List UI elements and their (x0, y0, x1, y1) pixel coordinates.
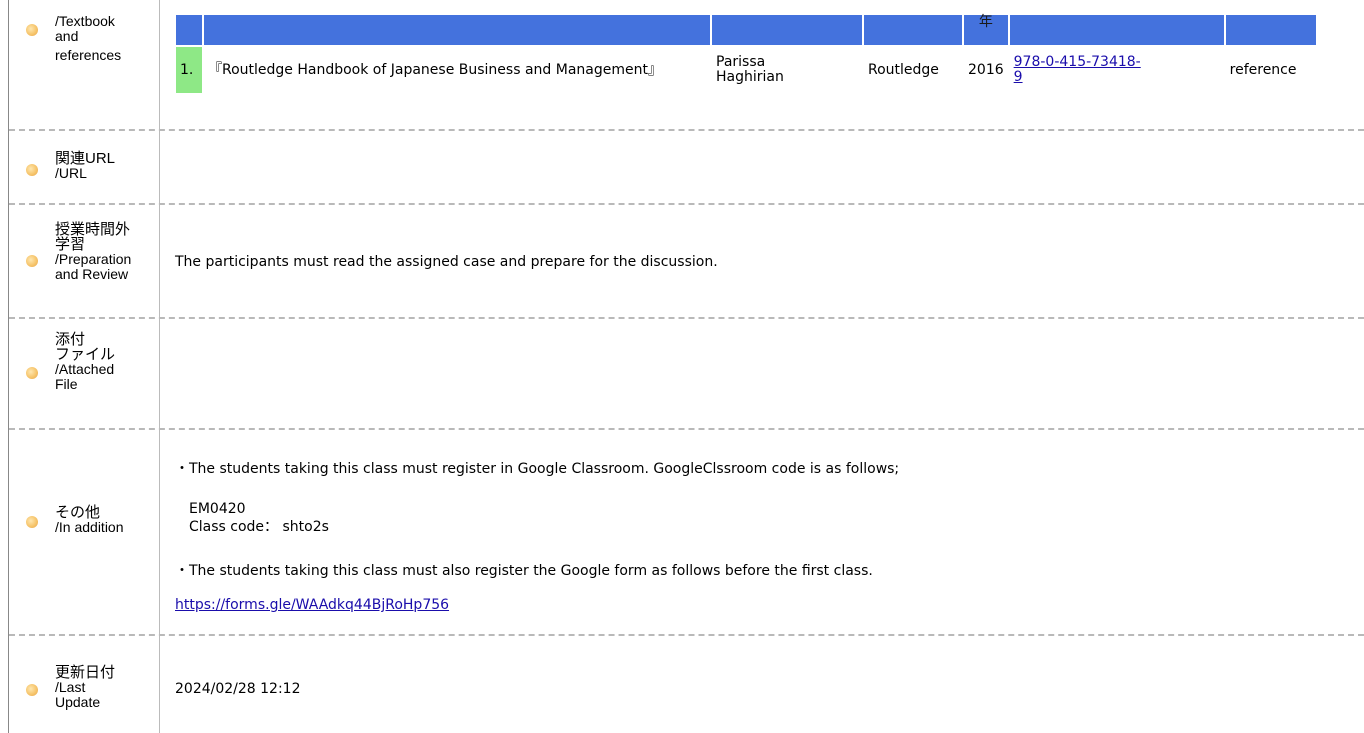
bullet-icon (26, 516, 38, 528)
section-divider (9, 634, 1364, 636)
bullet-icon (26, 255, 38, 267)
book-publisher: Routledge (868, 61, 939, 78)
book-year: 2016 (968, 61, 1004, 78)
last-update-label: 更新日付 /Last Update (55, 664, 116, 710)
classroom-code: EM0420 (189, 501, 246, 517)
book-table-header: 年 (176, 15, 1316, 45)
google-form-link-wrap[interactable]: https://forms.gle/WAAdkq44BjRoHp756 (175, 597, 449, 613)
section-divider (9, 129, 1364, 131)
bullet-icon (26, 367, 38, 379)
google-form-link[interactable]: https://forms.gle/WAAdkq44BjRoHp756 (175, 597, 449, 613)
table-row: 1. 『Routledge Handbook of Japanese Busin… (176, 47, 1316, 93)
book-number: 1. (176, 47, 202, 93)
other-line-1: ・The students taking this class must reg… (175, 461, 900, 477)
other-label: その他 /In addition (55, 504, 124, 535)
book-author: Parissa Haghirian (716, 54, 784, 85)
attached-file-label: 添付 ファイル /Attached File (55, 331, 116, 392)
bullet-icon (26, 684, 38, 696)
textbook-label: /Textbook and references (55, 13, 122, 63)
header-year: 年 (964, 15, 1008, 45)
class-code: Class code： shto2s (189, 519, 329, 535)
preparation-text: The participants must read the assigned … (175, 254, 718, 270)
section-divider (9, 317, 1364, 319)
book-isbn-link[interactable]: 978-0-415-73418- 9 (1010, 47, 1224, 93)
bullet-icon (26, 164, 38, 176)
section-divider (9, 428, 1364, 430)
isbn-link[interactable]: 978-0-415-73418- 9 (1014, 54, 1141, 85)
last-update-value: 2024/02/28 12:12 (175, 681, 301, 697)
other-line-2: ・The students taking this class must als… (175, 563, 873, 579)
book-table: 年 1. 『Routledge Handbook of Japanese Bus… (174, 13, 1318, 95)
book-type: reference (1229, 61, 1297, 78)
bullet-icon (26, 24, 38, 36)
label-column-divider (159, 0, 160, 733)
section-divider (9, 203, 1364, 205)
book-title: 『Routledge Handbook of Japanese Business… (208, 61, 662, 78)
left-border (8, 0, 9, 733)
related-url-label: 関連URL /URL (55, 150, 116, 181)
preparation-label: 授業時間外 学習 /Preparation and Review (55, 221, 132, 282)
